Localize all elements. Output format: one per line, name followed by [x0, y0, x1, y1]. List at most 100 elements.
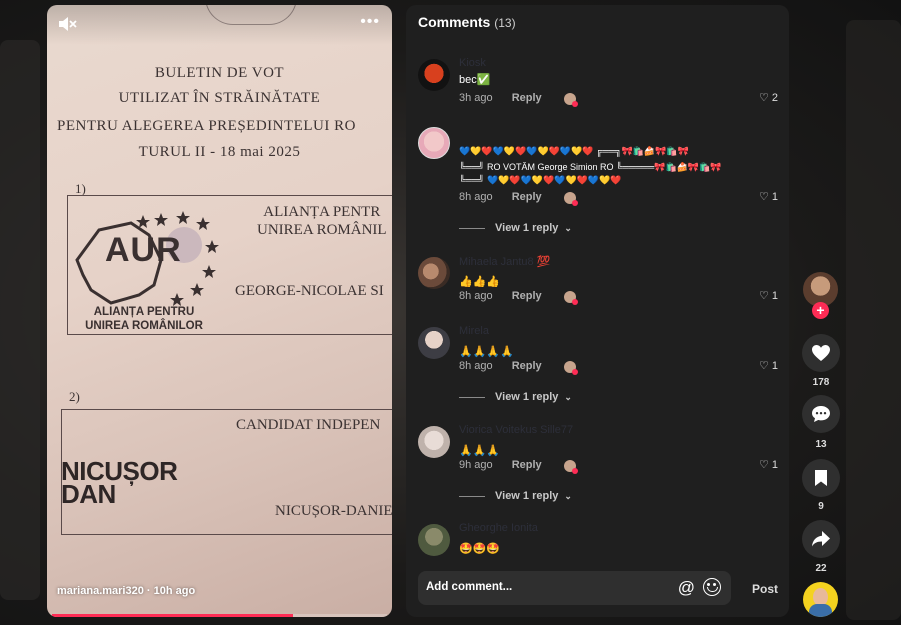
- post-button[interactable]: Post: [752, 582, 778, 596]
- comment-text: 🙏🙏🙏: [459, 445, 501, 457]
- reply-button[interactable]: Reply: [512, 459, 542, 471]
- like-count: 1: [771, 458, 778, 471]
- like-count: 1: [771, 359, 778, 372]
- heart-icon: [812, 345, 830, 361]
- ballot-subtitle: UTILIZAT ÎN STRĂINĂTATE: [118, 90, 321, 106]
- like-count: 2: [771, 91, 778, 104]
- comment-text: bec✅: [459, 74, 491, 86]
- heart-outline-icon: ♡: [759, 459, 769, 471]
- creator-liked-avatar: [564, 291, 578, 305]
- chevron-down-icon: ⌄: [564, 490, 572, 501]
- aur-logo-text: AUR: [105, 231, 182, 269]
- comments-panel: Comments (13) Kiosk bec✅ 3h ago Reply ♡ 2…: [406, 5, 789, 617]
- comment-meta: 8h ago Reply: [459, 360, 542, 372]
- comment-time: 3h ago: [459, 92, 493, 104]
- comment-author[interactable]: Gheorghe Ionita: [459, 522, 538, 534]
- reply-button[interactable]: Reply: [512, 290, 542, 302]
- ballot-round: TURUL II - 18 mai 2025: [138, 144, 301, 160]
- comment-author[interactable]: Viorica Voitekus Sille77: [459, 424, 573, 436]
- divider: [459, 396, 485, 398]
- comment-text: 🤩🤩🤩: [459, 543, 501, 555]
- comment-meta: 8h ago Reply: [459, 191, 542, 203]
- ballot-title: BULETIN DE VOT: [154, 65, 285, 81]
- background-shape: [0, 40, 40, 600]
- comment-author[interactable]: Mirela: [459, 325, 489, 337]
- comment-count: 13: [815, 439, 827, 450]
- creator-liked-avatar: [564, 93, 578, 107]
- avatar[interactable]: [418, 426, 450, 458]
- video-player[interactable]: BULETIN DE VOT UTILIZAT ÎN STRĂINĂTATE P…: [47, 5, 392, 617]
- divider: [459, 495, 485, 497]
- comment-text-line: ╚══╝ 💙💛❤️💙💛❤️💙💛❤️💙💛❤️: [459, 175, 622, 185]
- comment-text: 👍👍👍: [459, 276, 501, 288]
- top-shade: [47, 5, 392, 45]
- reply-button[interactable]: Reply: [512, 191, 542, 203]
- comment-bubble-icon: [812, 406, 830, 422]
- comments-title: Comments (13): [418, 14, 516, 30]
- comment-author[interactable]: Mihaela Jantu8 💯: [459, 255, 550, 268]
- share-count: 22: [815, 563, 827, 574]
- like-button[interactable]: ♡ 1: [759, 359, 778, 373]
- like-count: 1: [771, 190, 778, 203]
- music-avatar-body: [809, 604, 832, 617]
- aur-logo-subtitle: ALIANȚA PENTRU UNIREA ROMÂNILOR: [85, 306, 203, 332]
- comment-meta: 8h ago Reply: [459, 290, 542, 302]
- comment-time: 8h ago: [459, 290, 493, 302]
- like-video-button[interactable]: [802, 334, 840, 372]
- music-disc-icon[interactable]: [803, 582, 838, 617]
- share-arrow-icon: [812, 531, 830, 547]
- like-button[interactable]: ♡ 2: [759, 91, 778, 105]
- save-count: 9: [818, 501, 824, 512]
- video-author-line[interactable]: mariana.mari320 · 10h ago: [57, 585, 195, 597]
- comments-button[interactable]: [802, 395, 840, 433]
- creator-liked-avatar: [564, 192, 578, 206]
- reply-button[interactable]: Reply: [512, 360, 542, 372]
- avatar[interactable]: [418, 127, 450, 159]
- video-progress-bar[interactable]: [52, 614, 387, 617]
- comment-input-placeholder: Add comment...: [426, 581, 513, 593]
- follow-button[interactable]: +: [812, 302, 829, 319]
- view-replies-button[interactable]: View 1 reply ⌄: [459, 222, 572, 234]
- comment-input[interactable]: Add comment... @: [418, 571, 731, 605]
- nd-logo: NICUȘOR DAN: [61, 456, 178, 509]
- heart-outline-icon: ♡: [759, 290, 769, 302]
- creator-liked-avatar: [564, 361, 578, 375]
- option-number-2: 2): [69, 389, 80, 404]
- like-count: 1: [771, 289, 778, 302]
- comment-text: 🙏🙏🙏🙏: [459, 346, 514, 358]
- avatar[interactable]: [418, 59, 450, 91]
- like-count: 178: [812, 377, 830, 388]
- heart-outline-icon: ♡: [759, 92, 769, 104]
- comment-meta: 3h ago Reply: [459, 92, 542, 104]
- candidate-1-name: GEORGE-NICOLAE SI: [235, 283, 384, 299]
- progress-fill: [52, 614, 294, 617]
- more-options-icon[interactable]: •••: [360, 13, 380, 31]
- like-button[interactable]: ♡ 1: [759, 458, 778, 472]
- candidate-2-name: NICUȘOR-DANIEL: [275, 503, 392, 519]
- avatar[interactable]: [418, 327, 450, 359]
- background-shape: [846, 20, 901, 620]
- avatar[interactable]: [418, 257, 450, 289]
- view-replies-button[interactable]: View 1 reply ⌄: [459, 490, 572, 502]
- divider: [459, 227, 485, 229]
- heart-outline-icon: ♡: [759, 360, 769, 372]
- save-button[interactable]: [802, 459, 840, 497]
- comment-time: 8h ago: [459, 191, 493, 203]
- share-button[interactable]: [802, 520, 840, 558]
- reply-button[interactable]: Reply: [512, 92, 542, 104]
- heart-outline-icon: ♡: [759, 191, 769, 203]
- like-button[interactable]: ♡ 1: [759, 289, 778, 303]
- comment-author[interactable]: Kiosk: [459, 57, 486, 69]
- avatar[interactable]: [418, 524, 450, 556]
- view-replies-button[interactable]: View 1 reply ⌄: [459, 391, 572, 403]
- like-button[interactable]: ♡ 1: [759, 190, 778, 204]
- party-name-1: ALIANȚA PENTR UNIREA ROMÂNIL: [257, 204, 387, 238]
- comment-meta: 9h ago Reply: [459, 459, 542, 471]
- muted-speaker-icon[interactable]: [57, 15, 77, 33]
- emoji-icon[interactable]: [703, 578, 721, 596]
- ballot-purpose: PENTRU ALEGEREA PREȘEDINTELUI RO: [57, 118, 356, 134]
- mention-icon[interactable]: @: [678, 578, 695, 598]
- independent-label: CANDIDAT INDEPEN: [236, 417, 381, 433]
- bookmark-icon: [815, 470, 827, 486]
- comment-text-line: 💙💛❤️💙💛❤️💙💛❤️💙💛❤️ ╔══╗🎀🛍️🍰🎀🛍️🎀: [459, 146, 689, 156]
